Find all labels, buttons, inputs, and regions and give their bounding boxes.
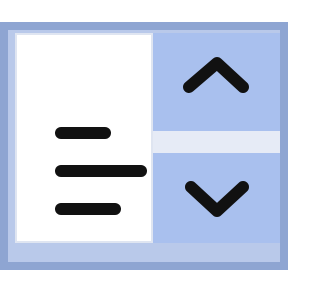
decrease-button[interactable] [153, 153, 280, 243]
list-align-stepper-control [0, 0, 300, 300]
text-lines-icon [55, 127, 147, 215]
increase-button[interactable] [153, 33, 280, 131]
chevron-up-icon [183, 57, 249, 93]
stepper-divider [153, 131, 280, 153]
list-field[interactable] [15, 33, 153, 243]
chevron-down-icon [185, 181, 249, 217]
